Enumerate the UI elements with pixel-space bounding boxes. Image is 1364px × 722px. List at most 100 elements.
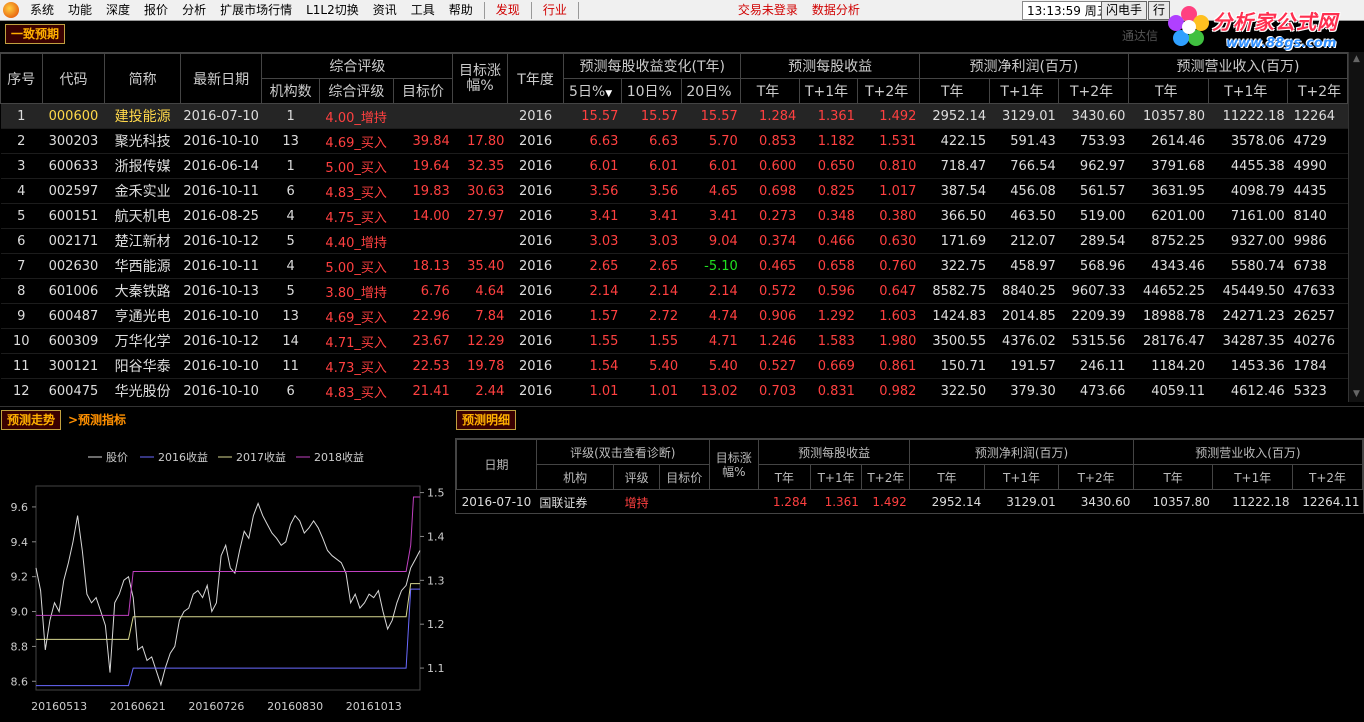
cell-date: 2016-10-12 bbox=[180, 228, 262, 254]
forecast-trend-chart[interactable]: 9.6 9.4 9.2 9.0 8.8 8.6 1.5 1.4 1.3 1.2 1.1 2016051… bbox=[0, 438, 452, 718]
header-profit-t[interactable]: T年 bbox=[918, 78, 990, 104]
table-row[interactable]: 7 002630 华西能源 2016-10-11 4 5.00_买入 18.13 35.40 2… bbox=[0, 253, 1348, 279]
header-20d[interactable]: 20日% bbox=[680, 78, 742, 104]
detail-row[interactable]: 2016-07-10 国联证券 增持 1.284 1.361 1.492 295… bbox=[457, 490, 1363, 514]
forecast-detail-tab[interactable]: 预测明细 bbox=[456, 410, 517, 430]
forecast-trend-tab[interactable]: 预测走势 bbox=[1, 410, 62, 430]
menu-item-system[interactable]: 系统 bbox=[23, 0, 61, 21]
header-revenue-t1[interactable]: T+1年 bbox=[1207, 78, 1289, 104]
header-revenue-t[interactable]: T年 bbox=[1127, 78, 1209, 104]
cell-profit-t: 2952.14 bbox=[919, 103, 990, 129]
header-target-price[interactable]: 目标价 bbox=[392, 78, 454, 104]
cell-20d: 4.71 bbox=[681, 328, 741, 354]
cell-20d: 5.40 bbox=[681, 353, 741, 379]
menu-item-function[interactable]: 功能 bbox=[61, 0, 99, 21]
header-inst-count[interactable]: 机构数 bbox=[261, 78, 320, 104]
detail-header-date[interactable]: 日期 bbox=[456, 439, 537, 490]
header-revenue-t2[interactable]: T+2年 bbox=[1287, 78, 1348, 104]
data-analysis-link[interactable]: 数据分析 bbox=[805, 0, 867, 21]
forecast-indicator-tab[interactable]: >预测指标 bbox=[68, 411, 126, 429]
menu-item-help[interactable]: 帮助 bbox=[442, 0, 480, 21]
menu-item-industry[interactable]: 行业 bbox=[536, 0, 574, 21]
header-eps-t2[interactable]: T+2年 bbox=[857, 78, 920, 104]
cell-target-gain: 32.35 bbox=[452, 153, 508, 179]
table-row[interactable]: 4 002597 金禾实业 2016-10-11 6 4.83_买入 19.83 30.63 2… bbox=[0, 178, 1348, 204]
header-profit-t2[interactable]: T+2年 bbox=[1058, 78, 1129, 104]
menu-item-tools[interactable]: 工具 bbox=[404, 0, 442, 21]
table-row[interactable]: 6 002171 楚江新材 2016-10-12 5 4.40_增持 2016 3.03 3.0… bbox=[0, 228, 1348, 254]
table-row[interactable]: 2 300203 聚光科技 2016-10-10 13 4.69_买入 39.84 17.80… bbox=[0, 128, 1348, 154]
cell-t-year: 2016 bbox=[507, 203, 564, 229]
cell-profit-t1: 766.54 bbox=[989, 153, 1059, 179]
table-row[interactable]: 5 600151 航天机电 2016-08-25 4 4.75_买入 14.00 27.97 2… bbox=[0, 203, 1348, 229]
header-eps-t[interactable]: T年 bbox=[740, 78, 800, 104]
cell-target-gain: 2.44 bbox=[452, 378, 508, 402]
detail-header-eps-t2[interactable]: T+2年 bbox=[861, 464, 911, 490]
detail-header-target-price[interactable]: 目标价 bbox=[658, 464, 710, 490]
detail-header-revenue-t2[interactable]: T+2年 bbox=[1292, 464, 1363, 490]
detail-header-profit-t2[interactable]: T+2年 bbox=[1058, 464, 1134, 490]
cell-eps-t: 1.246 bbox=[740, 328, 800, 354]
detail-header-rating[interactable]: 评级 bbox=[613, 464, 660, 490]
series-line-1 bbox=[36, 588, 420, 687]
trade-login-link[interactable]: 交易未登录 bbox=[731, 0, 805, 21]
header-seq[interactable]: 序号 bbox=[0, 53, 43, 104]
detail-header-profit-t[interactable]: T年 bbox=[909, 464, 985, 490]
header-10d[interactable]: 10日% bbox=[620, 78, 682, 104]
table-row[interactable]: 1 000600 建投能源 2016-07-10 1 4.00_增持 2016 15.57 15… bbox=[0, 103, 1348, 129]
cell-5d: 3.03 bbox=[563, 228, 622, 254]
header-t-year[interactable]: T年度 bbox=[506, 53, 565, 104]
grid-vertical-scrollbar[interactable]: ▲ ▼ bbox=[1348, 52, 1364, 402]
detail-header-revenue-t[interactable]: T年 bbox=[1132, 464, 1214, 490]
cell-name: 金禾实业 bbox=[104, 178, 181, 204]
header-rating[interactable]: 综合评级 bbox=[318, 78, 394, 104]
menu-item-extended-market[interactable]: 扩展市场行情 bbox=[213, 0, 299, 21]
cell-target-gain: 17.80 bbox=[452, 128, 508, 154]
cell-revenue-t1: 7161.00 bbox=[1208, 203, 1288, 229]
menu-item-analysis[interactable]: 分析 bbox=[175, 0, 213, 21]
header-profit-t1[interactable]: T+1年 bbox=[988, 78, 1060, 104]
menu-item-quote[interactable]: 报价 bbox=[137, 0, 175, 21]
cell-profit-t1: 379.30 bbox=[989, 378, 1059, 402]
table-row[interactable]: 10 600309 万华化学 2016-10-12 14 4.71_买入 23.67 12.2… bbox=[0, 328, 1348, 354]
header-5d-sorted[interactable]: 5日%▼ bbox=[563, 78, 622, 104]
cell-inst-count: 4 bbox=[261, 203, 320, 229]
header-code[interactable]: 代码 bbox=[41, 53, 106, 104]
cell-code: 000600 bbox=[42, 103, 105, 129]
header-name[interactable]: 简称 bbox=[104, 53, 181, 104]
cell-profit-t: 387.54 bbox=[919, 178, 990, 204]
clock-display: 13:13:59 周五 bbox=[1022, 1, 1114, 20]
flash-trade-button[interactable]: 闪电手 bbox=[1101, 1, 1148, 20]
detail-header-profit-t1[interactable]: T+1年 bbox=[983, 464, 1060, 490]
table-row[interactable]: 3 600633 浙报传媒 2016-06-14 1 5.00_买入 19.64 32.35 2… bbox=[0, 153, 1348, 179]
cell-t-year: 2016 bbox=[507, 278, 564, 304]
menu-item-l1l2-switch[interactable]: L1L2切换 bbox=[299, 0, 366, 21]
cell-date: 2016-10-11 bbox=[180, 178, 262, 204]
detail-header-target-gain[interactable]: 目标涨幅% bbox=[708, 439, 760, 490]
consensus-forecast-tab[interactable]: 一致预期 bbox=[5, 24, 66, 44]
right-axis-tick-label: 1.4 bbox=[427, 530, 445, 543]
table-row[interactable]: 9 600487 亨通光电 2016-10-10 13 4.69_买入 22.96 7.84 2… bbox=[0, 303, 1348, 329]
detail-header-institution[interactable]: 机构 bbox=[535, 464, 615, 490]
detail-header-revenue-t1[interactable]: T+1年 bbox=[1212, 464, 1294, 490]
forecast-grid: 序号 代码 简称 最新日期 综合评级 目标涨幅% T年度 预测每股收益变化(T年… bbox=[0, 52, 1348, 402]
detail-header-eps-t[interactable]: T年 bbox=[758, 464, 811, 490]
menu-item-info[interactable]: 资讯 bbox=[366, 0, 404, 21]
cell-profit-t1: 191.57 bbox=[989, 353, 1059, 379]
table-row[interactable]: 11 300121 阳谷华泰 2016-10-10 11 4.73_买入 22.53 19.7… bbox=[0, 353, 1348, 379]
cell-code: 601006 bbox=[42, 278, 105, 304]
table-row[interactable]: 8 601006 大秦铁路 2016-10-13 5 3.80_增持 6.76 4.64 201… bbox=[0, 278, 1348, 304]
header-target-gain[interactable]: 目标涨幅% bbox=[452, 53, 508, 104]
scroll-down-icon[interactable]: ▼ bbox=[1349, 387, 1364, 402]
header-eps-t1[interactable]: T+1年 bbox=[798, 78, 859, 104]
trend-chart-svg: 9.6 9.4 9.2 9.0 8.8 8.6 1.5 1.4 1.3 1.2 1.1 2016051… bbox=[11, 450, 445, 713]
cell-seq: 5 bbox=[0, 203, 43, 229]
table-row[interactable]: 12 600475 华光股份 2016-10-10 6 4.83_买入 21.41 2.44 2… bbox=[0, 378, 1348, 402]
cell-name: 万华化学 bbox=[104, 328, 181, 354]
cell-name: 航天机电 bbox=[104, 203, 181, 229]
header-latest-date[interactable]: 最新日期 bbox=[179, 53, 263, 104]
menu-item-depth[interactable]: 深度 bbox=[99, 0, 137, 21]
detail-header-eps-t1[interactable]: T+1年 bbox=[809, 464, 863, 490]
menu-item-discover[interactable]: 发现 bbox=[489, 0, 527, 21]
cell-eps-t2: 0.861 bbox=[857, 353, 920, 379]
